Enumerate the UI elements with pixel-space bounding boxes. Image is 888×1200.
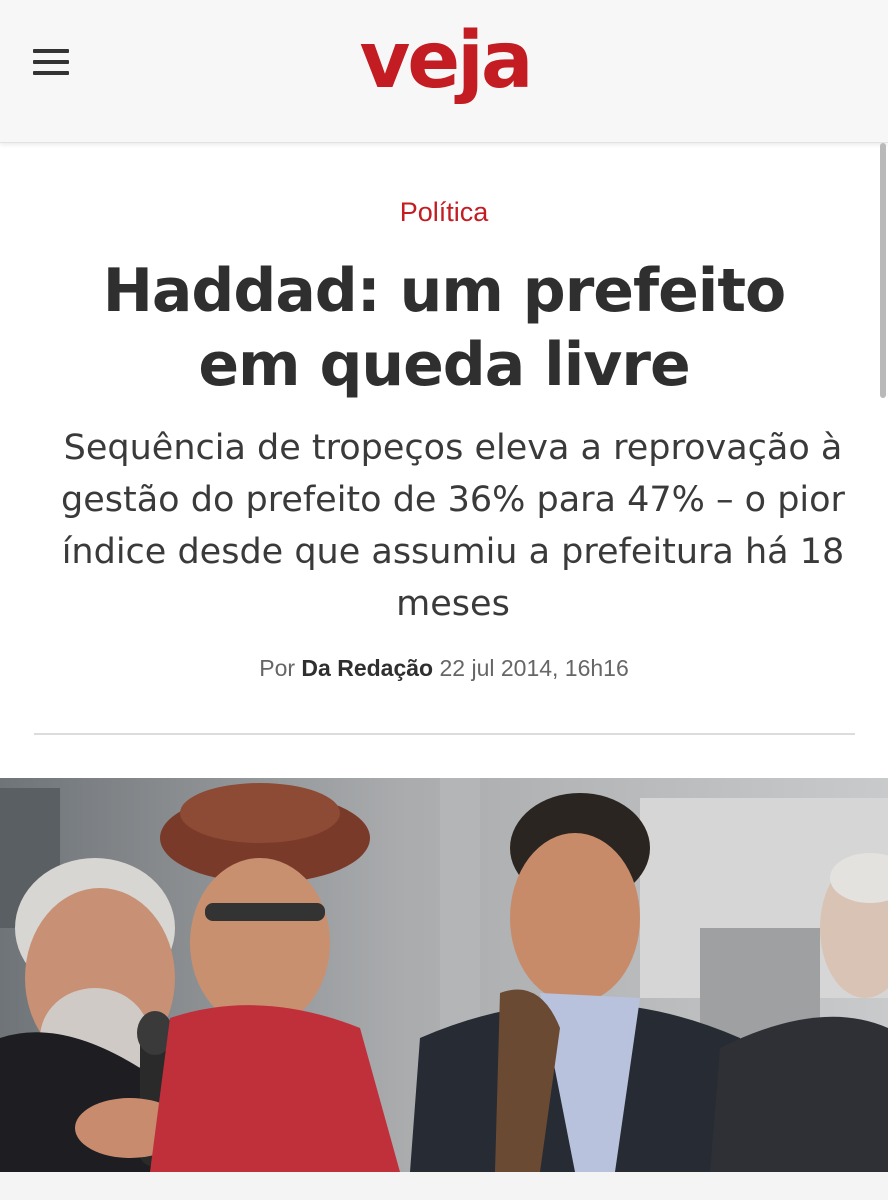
article-photo[interactable] [0,778,888,1172]
menu-line [33,71,69,75]
section-divider [34,733,855,735]
scrollbar-thumb[interactable] [880,143,886,398]
top-navigation-bar: veja [0,0,888,143]
article-headline: Haddad: um prefeito em queda livre [102,256,787,400]
article-subtitle: Sequência de tropeços eleva a reprovação… [61,428,845,624]
hamburger-menu-icon[interactable] [33,46,69,78]
article-category[interactable]: Política [0,197,888,228]
veja-logo[interactable]: veja [350,6,540,116]
bottom-spacer [0,1172,888,1200]
author-link[interactable]: Da Redação [301,655,433,681]
menu-line [33,60,69,64]
photo-illustration [0,778,888,1172]
byline-prefix: Por [259,655,296,681]
article-byline: Por Da Redação 22 jul 2014, 16h16 [0,655,888,682]
publish-date: 22 jul 2014, 16h16 [439,655,629,681]
menu-line [33,49,69,53]
